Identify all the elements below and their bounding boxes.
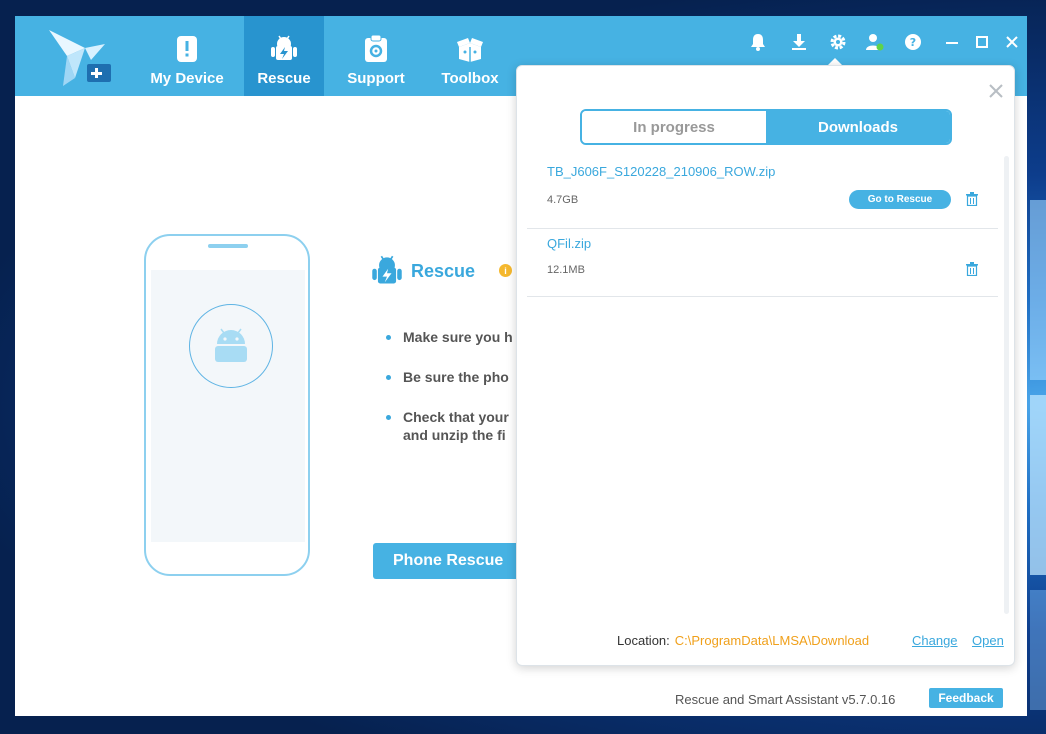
phone-speaker xyxy=(208,244,248,248)
downloads-scrollbar[interactable] xyxy=(1004,156,1009,614)
download-file-size: 12.1MB xyxy=(547,264,585,276)
maximize-icon[interactable] xyxy=(970,30,994,54)
tab-in-progress[interactable]: In progress xyxy=(582,111,766,143)
instruction-item: Make sure you h xyxy=(385,328,513,346)
desktop-window-pane xyxy=(1030,590,1046,710)
desktop-window-pane xyxy=(1030,200,1046,380)
instruction-item: Be sure the pho xyxy=(385,368,509,386)
download-file-name[interactable]: QFil.zip xyxy=(547,236,591,251)
tab-downloads[interactable]: Downloads xyxy=(766,111,950,143)
nav-label: Toolbox xyxy=(441,70,499,87)
android-robot-icon xyxy=(215,328,247,362)
android-circle xyxy=(189,304,273,388)
nav-my-device[interactable]: My Device xyxy=(142,16,232,96)
close-icon[interactable] xyxy=(988,83,1004,99)
app-window: My Device Rescue Support Toolbox ? Rescu… xyxy=(15,16,1027,716)
svg-text:?: ? xyxy=(910,36,916,49)
bell-icon[interactable] xyxy=(746,30,770,54)
download-tabs: In progress Downloads xyxy=(580,109,952,145)
download-location: Location: C:\ProgramData\LMSA\Download xyxy=(617,633,869,648)
version-text: Rescue and Smart Assistant v5.7.0.16 xyxy=(675,692,896,707)
go-to-rescue-button[interactable]: Go to Rescue xyxy=(849,190,951,209)
instruction-item: Check that your and unzip the fi xyxy=(385,408,509,444)
android-bolt-icon xyxy=(372,255,402,284)
phone-rescue-button[interactable]: Phone Rescue xyxy=(373,543,533,579)
help-icon[interactable]: ? xyxy=(901,30,925,54)
feedback-button[interactable]: Feedback xyxy=(929,688,1003,708)
open-folder-link[interactable]: Open xyxy=(972,633,1004,648)
toolbox-icon xyxy=(456,34,484,64)
instruction-line: Check that your xyxy=(403,409,509,425)
clipboard-gear-icon xyxy=(362,34,390,64)
download-item: QFil.zip 12.1MB xyxy=(527,228,998,297)
rescue-heading: Rescue xyxy=(371,254,475,288)
download-file-name[interactable]: TB_J606F_S120228_210906_ROW.zip xyxy=(547,164,775,179)
desktop-window-pane xyxy=(1030,395,1046,575)
download-icon[interactable] xyxy=(787,30,811,54)
location-label: Location: xyxy=(617,633,670,648)
app-logo-icon xyxy=(45,26,115,88)
trash-icon[interactable] xyxy=(965,262,979,277)
nav-support[interactable]: Support xyxy=(336,16,416,96)
close-icon[interactable] xyxy=(1000,30,1024,54)
rescue-title: Rescue xyxy=(411,260,476,281)
change-location-link[interactable]: Change xyxy=(912,633,958,648)
download-item: TB_J606F_S120228_210906_ROW.zip 4.7GB Go… xyxy=(527,158,998,229)
nav-label: Rescue xyxy=(257,70,311,87)
downloads-popup: In progress Downloads TB_J606F_S120228_2… xyxy=(516,65,1015,666)
trash-icon[interactable] xyxy=(965,192,979,207)
minimize-icon[interactable] xyxy=(940,30,964,54)
nav-rescue[interactable]: Rescue xyxy=(244,16,324,96)
instruction-line: and unzip the fi xyxy=(403,427,506,443)
location-path: C:\ProgramData\LMSA\Download xyxy=(674,633,870,648)
user-icon[interactable] xyxy=(862,30,886,54)
download-file-size: 4.7GB xyxy=(547,194,579,206)
nav-label: Support xyxy=(347,70,405,87)
info-icon[interactable]: i xyxy=(499,264,512,277)
phone-illustration xyxy=(144,234,310,576)
nav-toolbox[interactable]: Toolbox xyxy=(430,16,510,96)
gear-icon[interactable] xyxy=(826,30,850,54)
phone-screen xyxy=(151,270,305,542)
android-bolt-icon xyxy=(270,34,298,64)
phone-alert-icon xyxy=(173,34,201,64)
nav-label: My Device xyxy=(150,70,224,87)
